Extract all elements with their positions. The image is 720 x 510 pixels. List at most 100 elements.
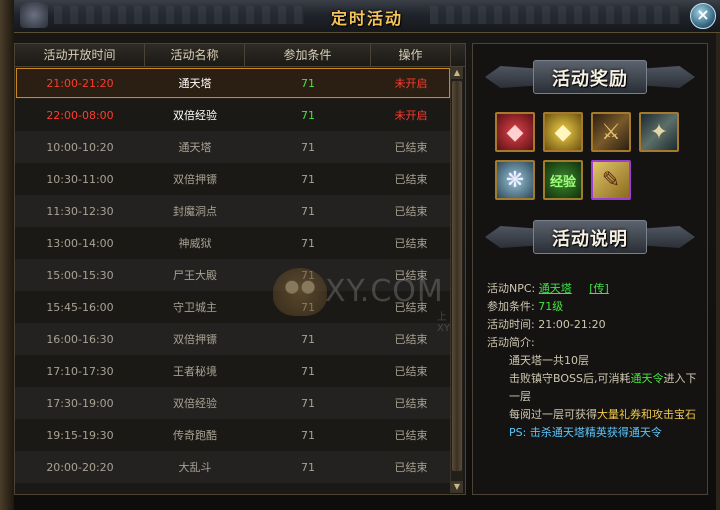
header-activity-name: 活动名称 xyxy=(145,44,245,66)
rewards-banner: 活动奖励 xyxy=(485,60,695,94)
row-status: 已结束 xyxy=(394,397,428,410)
table-row[interactable]: 17:10-17:30 王者秘境 71 已结束 xyxy=(15,355,451,387)
table-row[interactable]: 19:15-19:30 传奇跑酷 71 已结束 xyxy=(15,419,451,451)
header-open-time: 活动开放时间 xyxy=(15,44,145,66)
teleport-link[interactable]: [传] xyxy=(589,282,609,295)
table-row[interactable]: 16:00-16:30 双倍押镖 71 已结束 xyxy=(15,323,451,355)
owl-logo-icon xyxy=(273,268,327,316)
gold-gem-icon[interactable]: ◆ xyxy=(543,112,583,152)
table-row[interactable]: 17:30-19:00 双倍经验 71 已结束 xyxy=(15,387,451,419)
condition-label: 参加条件: xyxy=(487,300,535,313)
row-status: 已结束 xyxy=(394,429,428,442)
row-level: 71 xyxy=(301,396,315,410)
description-banner: 活动说明 xyxy=(485,220,695,254)
row-time: 15:00-15:30 xyxy=(46,268,114,282)
header-join-condition: 参加条件 xyxy=(245,44,371,66)
intro-3-text: 每阅过一层可获得 xyxy=(509,408,597,421)
row-time: 17:10-17:30 xyxy=(46,364,114,378)
row-status: 已结束 xyxy=(394,173,428,186)
title-bar[interactable]: 定时活动 × xyxy=(14,0,720,33)
row-time: 10:00-10:20 xyxy=(46,140,114,154)
row-time: 11:30-12:30 xyxy=(46,204,114,218)
npc-label: 活动NPC: xyxy=(487,282,536,295)
intro-3-highlight: 大量礼券和攻击宝石 xyxy=(597,408,696,421)
npc-link[interactable]: 通天塔 xyxy=(539,282,572,295)
row-time: 19:15-19:30 xyxy=(46,428,114,442)
row-status: 已结束 xyxy=(394,205,428,218)
scroll-thumb[interactable] xyxy=(452,81,462,471)
activity-window: 定时活动 × 活动开放时间 活动名称 参加条件 操作 21:00-21:20 通… xyxy=(0,0,720,510)
sword-icon[interactable]: ⚔ xyxy=(591,112,631,152)
table-row[interactable]: 13:00-14:00 神威狱 71 已结束 xyxy=(15,227,451,259)
list-scrollbar[interactable]: ▲ ▼ xyxy=(450,67,463,493)
row-time: 20:00-20:20 xyxy=(46,460,114,474)
row-status: 已结束 xyxy=(394,365,428,378)
row-name: 双倍押镖 xyxy=(173,173,217,186)
row-time: 10:30-11:00 xyxy=(46,172,114,186)
table-row[interactable]: 21:00-21:20 通天塔 71 未开启 xyxy=(15,67,451,99)
row-status: 已结束 xyxy=(394,461,428,474)
time-line: 活动时间: 21:00-21:20 xyxy=(487,316,703,334)
row-status[interactable]: 未开启 xyxy=(371,75,451,91)
row-name: 守卫城主 xyxy=(173,301,217,314)
spear-icon[interactable]: ✦ xyxy=(639,112,679,152)
table-header: 活动开放时间 活动名称 参加条件 操作 xyxy=(15,44,465,67)
watermark-subtext: 上XY xyxy=(437,312,450,334)
scroll-down-icon[interactable]: ▼ xyxy=(451,481,463,493)
row-time: 22:00-08:00 xyxy=(46,108,114,122)
intro-line-3: 每阅过一层可获得大量礼券和攻击宝石 xyxy=(487,406,703,424)
description-title: 活动说明 xyxy=(552,229,628,250)
activity-info-panel: 活动奖励 ◆ ◆ ⚔ ✦ ❋ 经验 ✎ 活动说明 活动NPC: 通天塔 [传] xyxy=(472,43,708,495)
condition-line: 参加条件: 71级 xyxy=(487,298,703,316)
row-level: 71 xyxy=(301,364,315,378)
row-name: 大乱斗 xyxy=(178,461,212,474)
row-status[interactable]: 未开启 xyxy=(371,107,451,123)
row-time: 16:00-16:30 xyxy=(46,332,114,346)
rewards-title: 活动奖励 xyxy=(552,69,628,90)
row-name: 双倍经验 xyxy=(173,109,217,122)
scroll-icon[interactable]: ✎ xyxy=(591,160,631,200)
row-level: 71 xyxy=(301,460,315,474)
intro-label: 活动简介: xyxy=(487,336,535,349)
table-row[interactable]: 20:00-20:20 大乱斗 71 已结束 xyxy=(15,451,451,483)
ps-note: PS: 击杀通天塔精英获得通天令 xyxy=(509,426,662,439)
intro-line-1: 通天塔一共10层 xyxy=(509,354,589,367)
row-level: 71 xyxy=(301,108,315,122)
row-level: 71 xyxy=(301,140,315,154)
intro-line-2: 击败镇守BOSS后,可消耗通天令进入下一层 xyxy=(487,370,703,406)
time-value: 21:00-21:20 xyxy=(538,318,606,331)
exp-book-icon[interactable]: 经验 xyxy=(543,160,583,200)
table-row[interactable]: 22:00-08:00 双倍经验 71 未开启 xyxy=(15,99,451,131)
scroll-up-icon[interactable]: ▲ xyxy=(451,67,463,79)
row-name: 传奇跑酷 xyxy=(173,429,217,442)
row-name: 王者秘境 xyxy=(173,365,217,378)
row-status: 已结束 xyxy=(394,141,428,154)
row-status: 已结束 xyxy=(394,237,428,250)
row-time: 17:30-19:00 xyxy=(46,396,114,410)
wings-icon[interactable]: ❋ xyxy=(495,160,535,200)
row-name: 通天塔 xyxy=(178,141,212,154)
row-level: 71 xyxy=(301,236,315,250)
red-gem-icon[interactable]: ◆ xyxy=(495,112,535,152)
table-row[interactable]: 11:30-12:30 封魔洞点 71 已结束 xyxy=(15,195,451,227)
activity-description: 活动NPC: 通天塔 [传] 参加条件: 71级 活动时间: 21:00-21:… xyxy=(487,280,703,442)
row-name: 双倍经验 xyxy=(173,397,217,410)
row-level: 71 xyxy=(301,172,315,186)
condition-value: 71级 xyxy=(538,300,564,313)
activity-list-panel: 活动开放时间 活动名称 参加条件 操作 21:00-21:20 通天塔 71 未… xyxy=(14,43,466,495)
row-level: 71 xyxy=(301,76,315,90)
intro-2-text: 击败镇守BOSS后,可消耗 xyxy=(509,372,631,385)
time-label: 活动时间: xyxy=(487,318,535,331)
row-level: 71 xyxy=(301,332,315,346)
row-time: 13:00-14:00 xyxy=(46,236,114,250)
header-action: 操作 xyxy=(371,44,451,66)
row-name: 封魔洞点 xyxy=(173,205,217,218)
window-title: 定时活动 xyxy=(330,9,403,28)
background-scene-edge xyxy=(0,0,14,510)
close-button[interactable]: × xyxy=(690,3,716,29)
table-row[interactable]: 10:30-11:00 双倍押镖 71 已结束 xyxy=(15,163,451,195)
watermark-text: XY.COM xyxy=(325,274,444,309)
intro-2-highlight: 通天令 xyxy=(630,372,664,385)
row-name: 尸王大殿 xyxy=(173,269,217,282)
table-row[interactable]: 10:00-10:20 通天塔 71 已结束 xyxy=(15,131,451,163)
